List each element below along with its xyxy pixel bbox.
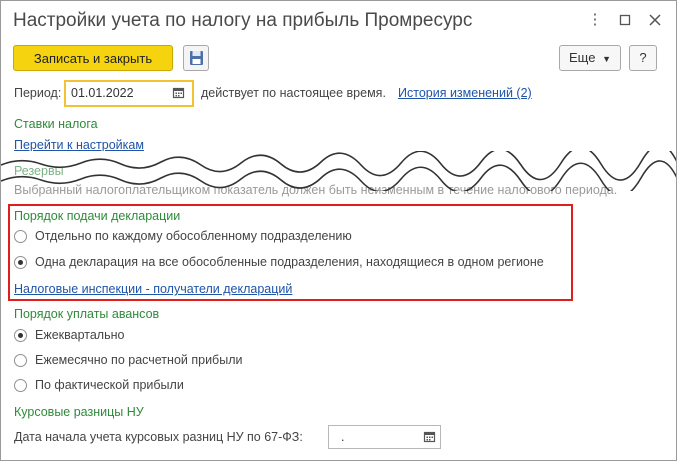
radio-declaration-single[interactable] [14, 256, 27, 269]
radio-advances-actual[interactable] [14, 379, 27, 392]
tax-inspections-link[interactable]: Налоговые инспекции - получатели деклара… [14, 282, 292, 296]
radio-declaration-single-label[interactable]: Одна декларация на все обособленные подр… [35, 255, 544, 269]
window-title: Настройки учета по налогу на прибыль Про… [13, 10, 473, 31]
radio-advances-quarterly[interactable] [14, 329, 27, 342]
exchange-date-value: . [334, 430, 345, 444]
radio-advances-quarterly-label[interactable]: Ежеквартально [35, 328, 124, 342]
radio-advances-actual-label[interactable]: По фактической прибыли [35, 378, 184, 392]
period-status-text: действует по настоящее время. [201, 86, 386, 100]
dropdown-arrow-icon: ▼ [602, 54, 611, 64]
radio-advances-monthly[interactable] [14, 354, 27, 367]
torn-edge [1, 151, 676, 191]
floppy-disk-icon [190, 51, 203, 65]
tax-rates-settings-link[interactable]: Перейти к настройкам [14, 138, 144, 152]
period-label: Период: [14, 86, 62, 100]
help-button[interactable]: ? [629, 45, 657, 71]
close-icon[interactable] [644, 9, 666, 31]
exchange-date-label: Дата начала учета курсовых разниц НУ по … [14, 430, 303, 444]
history-link[interactable]: История изменений (2) [398, 86, 532, 100]
radio-declaration-separate-label[interactable]: Отдельно по каждому обособленному подраз… [35, 229, 352, 243]
exchange-heading: Курсовые разницы НУ [14, 405, 144, 419]
tax-rates-heading: Ставки налога [14, 117, 98, 131]
more-label: Еще [569, 50, 596, 65]
radio-declaration-separate[interactable] [14, 230, 27, 243]
save-and-close-button[interactable]: Записать и закрыть [13, 45, 173, 71]
exchange-calendar-icon[interactable] [419, 426, 441, 448]
radio-advances-monthly-label[interactable]: Ежемесячно по расчетной прибыли [35, 353, 242, 367]
maximize-icon[interactable] [614, 9, 636, 31]
declaration-heading: Порядок подачи декларации [14, 209, 181, 223]
settings-window: Настройки учета по налогу на прибыль Про… [0, 0, 677, 461]
advances-heading: Порядок уплаты авансов [14, 307, 160, 321]
period-date-value: 01.01.2022 [71, 86, 134, 100]
more-button[interactable]: Еще ▼ [559, 45, 621, 71]
more-vert-icon[interactable]: ⋮ [584, 9, 606, 31]
save-button[interactable] [183, 45, 209, 71]
calendar-icon[interactable] [168, 82, 190, 104]
